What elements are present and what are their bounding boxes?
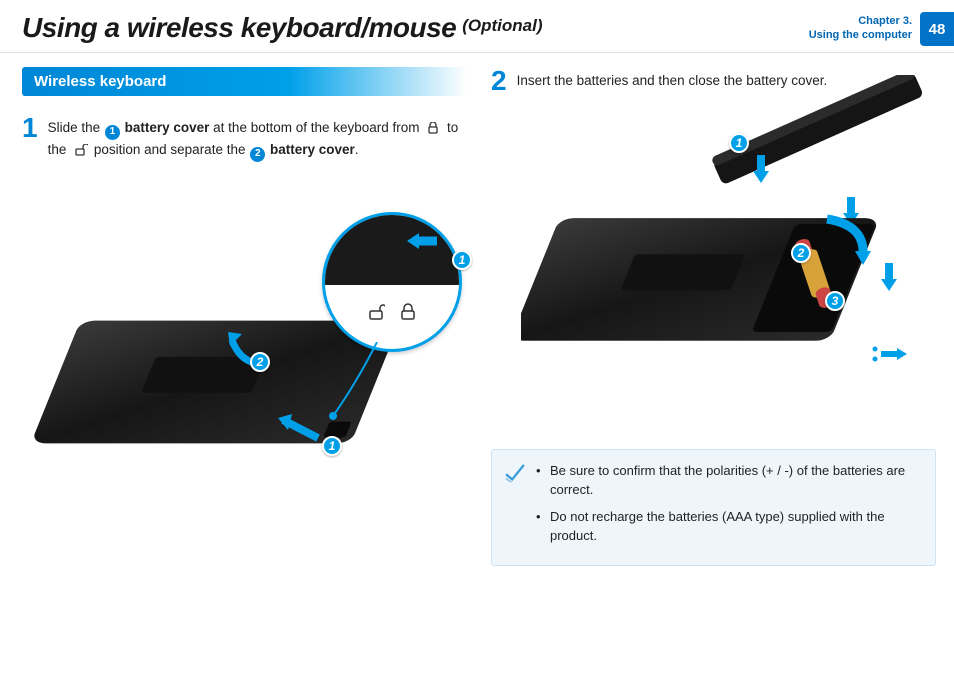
step-1-number: 1 [22,114,38,162]
chapter-line2: Using the computer [809,28,912,42]
slide-arrow-icon [268,408,328,448]
title-optional: (Optional) [462,16,542,36]
figure1-callout-1: 1 [322,436,342,456]
note-list: Be sure to confirm that the polarities (… [536,462,919,545]
zoom-callout-1: 1 [452,250,472,270]
zoom-lock-closed-icon [399,303,417,321]
figure2-callout-1: 1 [729,133,749,153]
step-1-text: Slide the 1 battery cover at the bottom … [48,114,467,162]
step1-part-g: . [355,142,359,157]
step1-part-c: at the bottom of the keyboard from [209,120,423,135]
zoom-slide-arrow-icon [403,229,443,255]
lock-closed-icon [425,120,441,132]
right-column: 2 Insert the batteries and then close th… [491,67,936,566]
step1-part-a: Slide the [48,120,104,135]
step-2-number: 2 [491,67,507,95]
note-item-2: Do not recharge the batteries (AAA type)… [536,508,919,546]
lock-open-icon [72,142,88,154]
page-title: Using a wireless keyboard/mouse [22,12,456,44]
note-item-1: Be sure to confirm that the polarities (… [536,462,919,500]
section-heading: Wireless keyboard [22,67,467,96]
chapter-block: Chapter 3. Using the computer 48 [809,12,954,46]
content-area: Wireless keyboard 1 Slide the 1 battery … [0,53,954,566]
step-1: 1 Slide the 1 battery cover at the botto… [22,114,467,162]
page-header: Using a wireless keyboard/mouse (Optiona… [0,0,954,53]
page-number-badge: 48 [920,12,954,46]
left-column: Wireless keyboard 1 Slide the 1 battery … [22,67,467,566]
inline-callout-2: 2 [250,147,265,162]
figure-1: 1 2 1 [22,172,467,532]
note-check-icon [504,462,526,484]
figure2-callout-2: 2 [791,243,811,263]
figure-2: 1 [491,105,936,445]
figure2-callout-3: 3 [825,291,845,311]
zoom-inner-dark [322,212,459,285]
keyboard-bottom-illustration [32,292,392,537]
chapter-line1: Chapter 3. [809,14,912,28]
zoom-detail [322,212,462,352]
zoom-lock-open-icon [367,303,385,321]
step1-part-f: battery cover [266,142,355,157]
step1-part-e: position and separate the [90,142,249,157]
step1-part-b: battery cover [121,120,210,135]
slide-indicator-icon [869,343,909,367]
chapter-text: Chapter 3. Using the computer [809,12,920,46]
note-box: Be sure to confirm that the polarities (… [491,449,936,566]
inline-callout-1: 1 [105,125,120,140]
zoom-lock-icons [325,303,459,321]
close-cover-arrow-icon [817,211,877,265]
figure1-callout-2: 2 [250,352,270,372]
